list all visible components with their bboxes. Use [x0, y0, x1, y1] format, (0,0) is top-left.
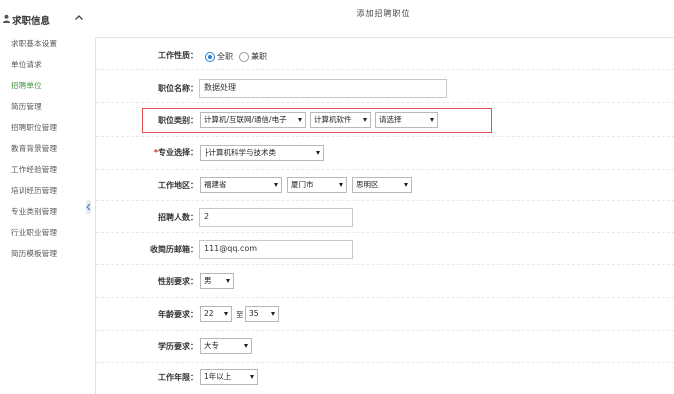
province-value: 福建省 — [204, 180, 227, 189]
form-row-education: 学历要求： 大专 — [96, 336, 674, 356]
sidebar-item-education-management[interactable]: 教育背景管理 — [11, 143, 57, 154]
job-category-label: 职位类别： — [158, 116, 198, 125]
province-select[interactable]: 福建省 — [200, 177, 282, 193]
sidebar-item-resume-template-management[interactable]: 简历模板管理 — [11, 248, 57, 259]
job-category-level1-value: 计算机/互联网/通信/电子 — [204, 115, 287, 124]
form-row-job-category: 职位类别： 计算机/互联网/通信/电子 计算机软件 请选择 — [96, 110, 674, 130]
headcount-input[interactable]: 2 — [199, 208, 353, 227]
city-value: 厦门市 — [291, 180, 314, 189]
district-value: 思明区 — [356, 180, 379, 189]
job-name-label: 职位名称： — [158, 84, 198, 93]
job-category-level2-select[interactable]: 计算机软件 — [310, 112, 371, 128]
job-category-level1-select[interactable]: 计算机/互联网/通信/电子 — [200, 112, 306, 128]
radio-full-time[interactable] — [205, 52, 215, 62]
chevron-left-icon — [86, 203, 91, 211]
form-row-resume-email: 收简历邮箱： 111@qq.com — [96, 238, 674, 259]
work-area-label: 工作地区： — [158, 181, 198, 190]
sidebar-item-industry-management[interactable]: 行业职业管理 — [11, 227, 57, 238]
experience-select[interactable]: 1年以上 — [200, 369, 258, 385]
sidebar-item-unit-request[interactable]: 单位请求 — [11, 59, 42, 70]
age-min-select[interactable]: 22 — [200, 306, 232, 322]
sidebar-item-basic-settings[interactable]: 求职基本设置 — [11, 38, 57, 49]
gender-label: 性别要求： — [158, 277, 198, 286]
major-value: ├计算机科学与技术类 — [204, 148, 277, 157]
dropdown-arrow-icon — [224, 312, 228, 316]
dropdown-arrow-icon — [404, 183, 408, 187]
resume-email-label: 收简历邮箱： — [150, 245, 198, 254]
form-row-headcount: 招聘人数： 2 — [96, 207, 674, 227]
job-category-level3-select[interactable]: 请选择 — [375, 112, 438, 128]
dropdown-arrow-icon — [316, 151, 320, 155]
job-name-input[interactable]: 数据处理 — [199, 79, 447, 98]
dropdown-arrow-icon — [274, 183, 278, 187]
radio-part-time-label[interactable]: 兼职 — [251, 51, 267, 62]
education-value: 大专 — [204, 341, 219, 350]
sidebar-header[interactable]: 求职信息 — [0, 11, 88, 29]
chevron-up-icon[interactable] — [74, 13, 84, 23]
sidebar-item-recruiting-unit[interactable]: 招聘单位 — [11, 80, 42, 91]
education-label: 学历要求： — [158, 342, 198, 351]
sidebar-item-resume-management[interactable]: 简历管理 — [11, 101, 42, 112]
form-row-work-area: 工作地区： 福建省 厦门市 思明区 — [96, 175, 674, 195]
sidebar-title: 求职信息 — [12, 16, 51, 27]
experience-label: 工作年限： — [158, 373, 198, 382]
age-min-value: 22 — [204, 309, 214, 318]
radio-part-time[interactable] — [239, 52, 249, 62]
dropdown-arrow-icon — [430, 118, 434, 122]
gender-select[interactable]: 男 — [200, 273, 234, 289]
radio-full-time-label[interactable]: 全职 — [217, 51, 233, 62]
experience-value: 1年以上 — [204, 372, 232, 381]
headcount-label: 招聘人数： — [158, 213, 198, 222]
job-category-level2-value: 计算机软件 — [314, 115, 352, 124]
education-select[interactable]: 大专 — [200, 338, 252, 354]
user-icon — [2, 14, 11, 23]
job-form: 工作性质： 全职 兼职 职位名称： 数据处理 职位类别： 计算机/互联网/通信/… — [95, 37, 674, 394]
dropdown-arrow-icon — [363, 118, 367, 122]
sidebar-item-experience-management[interactable]: 工作经验管理 — [11, 164, 57, 175]
dropdown-arrow-icon — [339, 183, 343, 187]
city-select[interactable]: 厦门市 — [287, 177, 347, 193]
age-label: 年龄要求： — [158, 310, 198, 319]
age-max-value: 35 — [249, 309, 259, 318]
gender-value: 男 — [204, 276, 212, 285]
page-title: 添加招聘职位 — [356, 9, 411, 18]
form-row-age: 年龄要求： 22 至 35 — [96, 304, 674, 324]
form-row-job-nature: 工作性质： 全职 兼职 — [96, 46, 674, 66]
major-select[interactable]: ├计算机科学与技术类 — [200, 145, 324, 161]
main-content: 添加招聘职位 工作性质： 全职 兼职 职位名称： 数据处理 职位类别： 计算机/… — [93, 0, 674, 394]
dropdown-arrow-icon — [250, 375, 254, 379]
sidebar-item-job-management[interactable]: 招聘职位管理 — [11, 122, 57, 133]
dropdown-arrow-icon — [271, 312, 275, 316]
dropdown-arrow-icon — [244, 344, 248, 348]
form-row-experience: 工作年限： 1年以上 — [96, 367, 674, 387]
age-max-select[interactable]: 35 — [245, 306, 279, 322]
dropdown-arrow-icon — [298, 118, 302, 122]
dropdown-arrow-icon — [226, 279, 230, 283]
age-range-separator: 至 — [236, 310, 244, 319]
job-nature-label: 工作性质： — [158, 51, 198, 60]
resume-email-input[interactable]: 111@qq.com — [199, 240, 353, 259]
form-row-major: *专业选择： ├计算机科学与技术类 — [96, 143, 674, 163]
sidebar: 求职信息 求职基本设置 单位请求 招聘单位 简历管理 招聘职位管理 教育背景管理… — [0, 0, 91, 394]
sidebar-collapse-handle[interactable] — [86, 200, 91, 214]
sidebar-item-training-management[interactable]: 培训经历管理 — [11, 185, 57, 196]
major-label: *专业选择： — [154, 147, 198, 158]
form-row-gender: 性别要求： 男 — [96, 271, 674, 291]
form-row-job-name: 职位名称： 数据处理 — [96, 78, 674, 98]
major-label-text: 专业选择： — [158, 148, 198, 157]
sidebar-item-major-category-management[interactable]: 专业类别管理 — [11, 206, 57, 217]
job-category-level3-value: 请选择 — [379, 115, 402, 124]
district-select[interactable]: 思明区 — [352, 177, 412, 193]
